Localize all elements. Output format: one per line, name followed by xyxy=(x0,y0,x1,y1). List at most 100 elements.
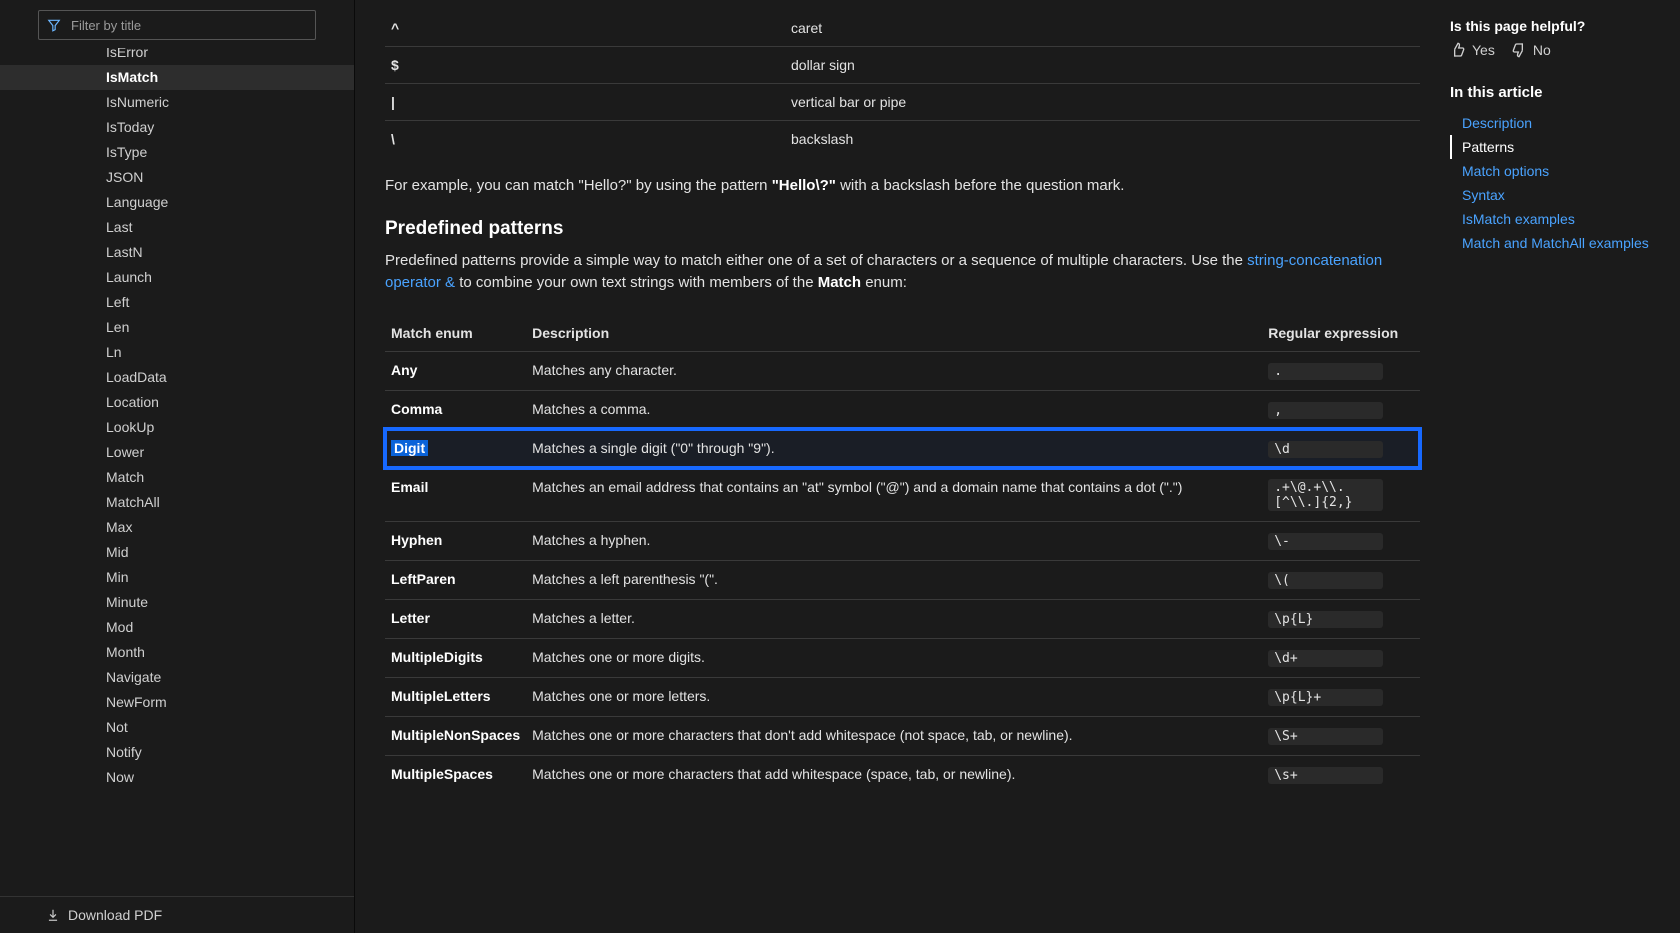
pattern-desc: Matches a left parenthesis "(". xyxy=(526,560,1262,599)
pattern-desc: Matches one or more characters that don'… xyxy=(526,716,1262,755)
pattern-desc: Matches a comma. xyxy=(526,390,1262,429)
pattern-enum: Email xyxy=(385,468,526,521)
nav-item-left[interactable]: Left xyxy=(0,290,354,315)
pattern-row-multipledigits: MultipleDigitsMatches one or more digits… xyxy=(385,638,1420,677)
nav-item-mid[interactable]: Mid xyxy=(0,540,354,565)
special-char-name: vertical bar or pipe xyxy=(785,84,1420,121)
pattern-desc: Matches a hyphen. xyxy=(526,521,1262,560)
nav-item-min[interactable]: Min xyxy=(0,565,354,590)
right-sidebar: Is this page helpful? Yes No In this art… xyxy=(1450,0,1680,933)
nav-item-last[interactable]: Last xyxy=(0,215,354,240)
thumbs-down-icon xyxy=(1511,42,1527,58)
vote-block: Yes No xyxy=(1450,42,1670,58)
nav-item-month[interactable]: Month xyxy=(0,640,354,665)
toc-title: In this article xyxy=(1450,84,1670,101)
pattern-enum: LeftParen xyxy=(385,560,526,599)
download-pdf[interactable]: Download PDF xyxy=(0,896,354,933)
pattern-regex: \S+ xyxy=(1262,716,1420,755)
nav-item-len[interactable]: Len xyxy=(0,315,354,340)
main-content[interactable]: ^caret$dollar sign|vertical bar or pipe\… xyxy=(355,0,1450,933)
patterns-header: Description xyxy=(526,315,1262,352)
pattern-regex: . xyxy=(1262,351,1420,390)
pattern-desc: Matches a single digit ("0" through "9")… xyxy=(526,429,1262,468)
nav-item-matchall[interactable]: MatchAll xyxy=(0,490,354,515)
pattern-regex: , xyxy=(1262,390,1420,429)
pattern-enum: Comma xyxy=(385,390,526,429)
nav-item-now[interactable]: Now xyxy=(0,765,354,790)
nav-item-istype[interactable]: IsType xyxy=(0,140,354,165)
nav-item-lookup[interactable]: LookUp xyxy=(0,415,354,440)
download-label: Download PDF xyxy=(68,907,162,923)
filter-icon xyxy=(47,18,61,32)
pattern-regex: \d+ xyxy=(1262,638,1420,677)
nav-item-lower[interactable]: Lower xyxy=(0,440,354,465)
toc-item-patterns[interactable]: Patterns xyxy=(1450,135,1670,159)
nav-item-notify[interactable]: Notify xyxy=(0,740,354,765)
nav-item-ismatch[interactable]: IsMatch xyxy=(0,65,354,90)
nav-item-newform[interactable]: NewForm xyxy=(0,690,354,715)
toc-item-match-and-matchall-examples[interactable]: Match and MatchAll examples xyxy=(1450,231,1670,255)
special-char-symbol: \ xyxy=(385,121,785,158)
toc-list: DescriptionPatternsMatch optionsSyntaxIs… xyxy=(1450,111,1670,255)
pattern-desc: Matches any character. xyxy=(526,351,1262,390)
pattern-regex: \s+ xyxy=(1262,755,1420,794)
pattern-enum: MultipleNonSpaces xyxy=(385,716,526,755)
toc-item-match-options[interactable]: Match options xyxy=(1450,159,1670,183)
filter-input[interactable] xyxy=(69,17,307,34)
nav-item-mod[interactable]: Mod xyxy=(0,615,354,640)
nav-item-language[interactable]: Language xyxy=(0,190,354,215)
pattern-row-multipleletters: MultipleLettersMatches one or more lette… xyxy=(385,677,1420,716)
special-char-symbol: | xyxy=(385,84,785,121)
patterns-header: Regular expression xyxy=(1262,315,1420,352)
pattern-row-letter: LetterMatches a letter.\p{L} xyxy=(385,599,1420,638)
patterns-header: Match enum xyxy=(385,315,526,352)
pattern-desc: Matches one or more letters. xyxy=(526,677,1262,716)
pattern-row-any: AnyMatches any character.. xyxy=(385,351,1420,390)
left-sidebar: IsErrorIsMatchIsNumericIsTodayIsTypeJSON… xyxy=(0,0,355,933)
pattern-enum: Hyphen xyxy=(385,521,526,560)
nav-item-minute[interactable]: Minute xyxy=(0,590,354,615)
predefined-paragraph: Predefined patterns provide a simple way… xyxy=(385,250,1420,295)
pattern-desc: Matches a letter. xyxy=(526,599,1262,638)
nav-item-isnumeric[interactable]: IsNumeric xyxy=(0,90,354,115)
pattern-row-digit: DigitMatches a single digit ("0" through… xyxy=(385,429,1420,468)
toc-item-description[interactable]: Description xyxy=(1450,111,1670,135)
example-paragraph: For example, you can match "Hello?" by u… xyxy=(385,175,1420,198)
special-chars-table: ^caret$dollar sign|vertical bar or pipe\… xyxy=(385,10,1420,157)
nav-item-max[interactable]: Max xyxy=(0,515,354,540)
pattern-regex: \d xyxy=(1262,429,1420,468)
predefined-heading: Predefined patterns xyxy=(385,218,1420,240)
nav-item-match[interactable]: Match xyxy=(0,465,354,490)
nav-item-iserror[interactable]: IsError xyxy=(0,48,354,65)
vote-yes[interactable]: Yes xyxy=(1450,42,1495,58)
vote-no[interactable]: No xyxy=(1511,42,1551,58)
special-char-name: backslash xyxy=(785,121,1420,158)
pattern-regex: \- xyxy=(1262,521,1420,560)
pattern-row-comma: CommaMatches a comma., xyxy=(385,390,1420,429)
pattern-regex: \p{L}+ xyxy=(1262,677,1420,716)
nav-item-loaddata[interactable]: LoadData xyxy=(0,365,354,390)
pattern-row-multiplenonspaces: MultipleNonSpacesMatches one or more cha… xyxy=(385,716,1420,755)
nav-item-navigate[interactable]: Navigate xyxy=(0,665,354,690)
pattern-enum: Any xyxy=(385,351,526,390)
thumbs-up-icon xyxy=(1450,42,1466,58)
pattern-enum: MultipleDigits xyxy=(385,638,526,677)
toc-item-ismatch-examples[interactable]: IsMatch examples xyxy=(1450,207,1670,231)
helpful-title: Is this page helpful? xyxy=(1450,18,1670,34)
pattern-enum: Digit xyxy=(385,429,526,468)
nav-item-istoday[interactable]: IsToday xyxy=(0,115,354,140)
download-icon xyxy=(46,908,60,922)
pattern-row-leftparen: LeftParenMatches a left parenthesis "(".… xyxy=(385,560,1420,599)
pattern-desc: Matches one or more digits. xyxy=(526,638,1262,677)
filter-box[interactable] xyxy=(38,10,316,40)
nav-item-launch[interactable]: Launch xyxy=(0,265,354,290)
nav-item-json[interactable]: JSON xyxy=(0,165,354,190)
nav-item-location[interactable]: Location xyxy=(0,390,354,415)
nav-item-lastn[interactable]: LastN xyxy=(0,240,354,265)
pattern-row-hyphen: HyphenMatches a hyphen.\- xyxy=(385,521,1420,560)
nav-item-not[interactable]: Not xyxy=(0,715,354,740)
special-char-name: caret xyxy=(785,10,1420,47)
nav-item-ln[interactable]: Ln xyxy=(0,340,354,365)
nav-list[interactable]: IsErrorIsMatchIsNumericIsTodayIsTypeJSON… xyxy=(0,48,354,896)
toc-item-syntax[interactable]: Syntax xyxy=(1450,183,1670,207)
